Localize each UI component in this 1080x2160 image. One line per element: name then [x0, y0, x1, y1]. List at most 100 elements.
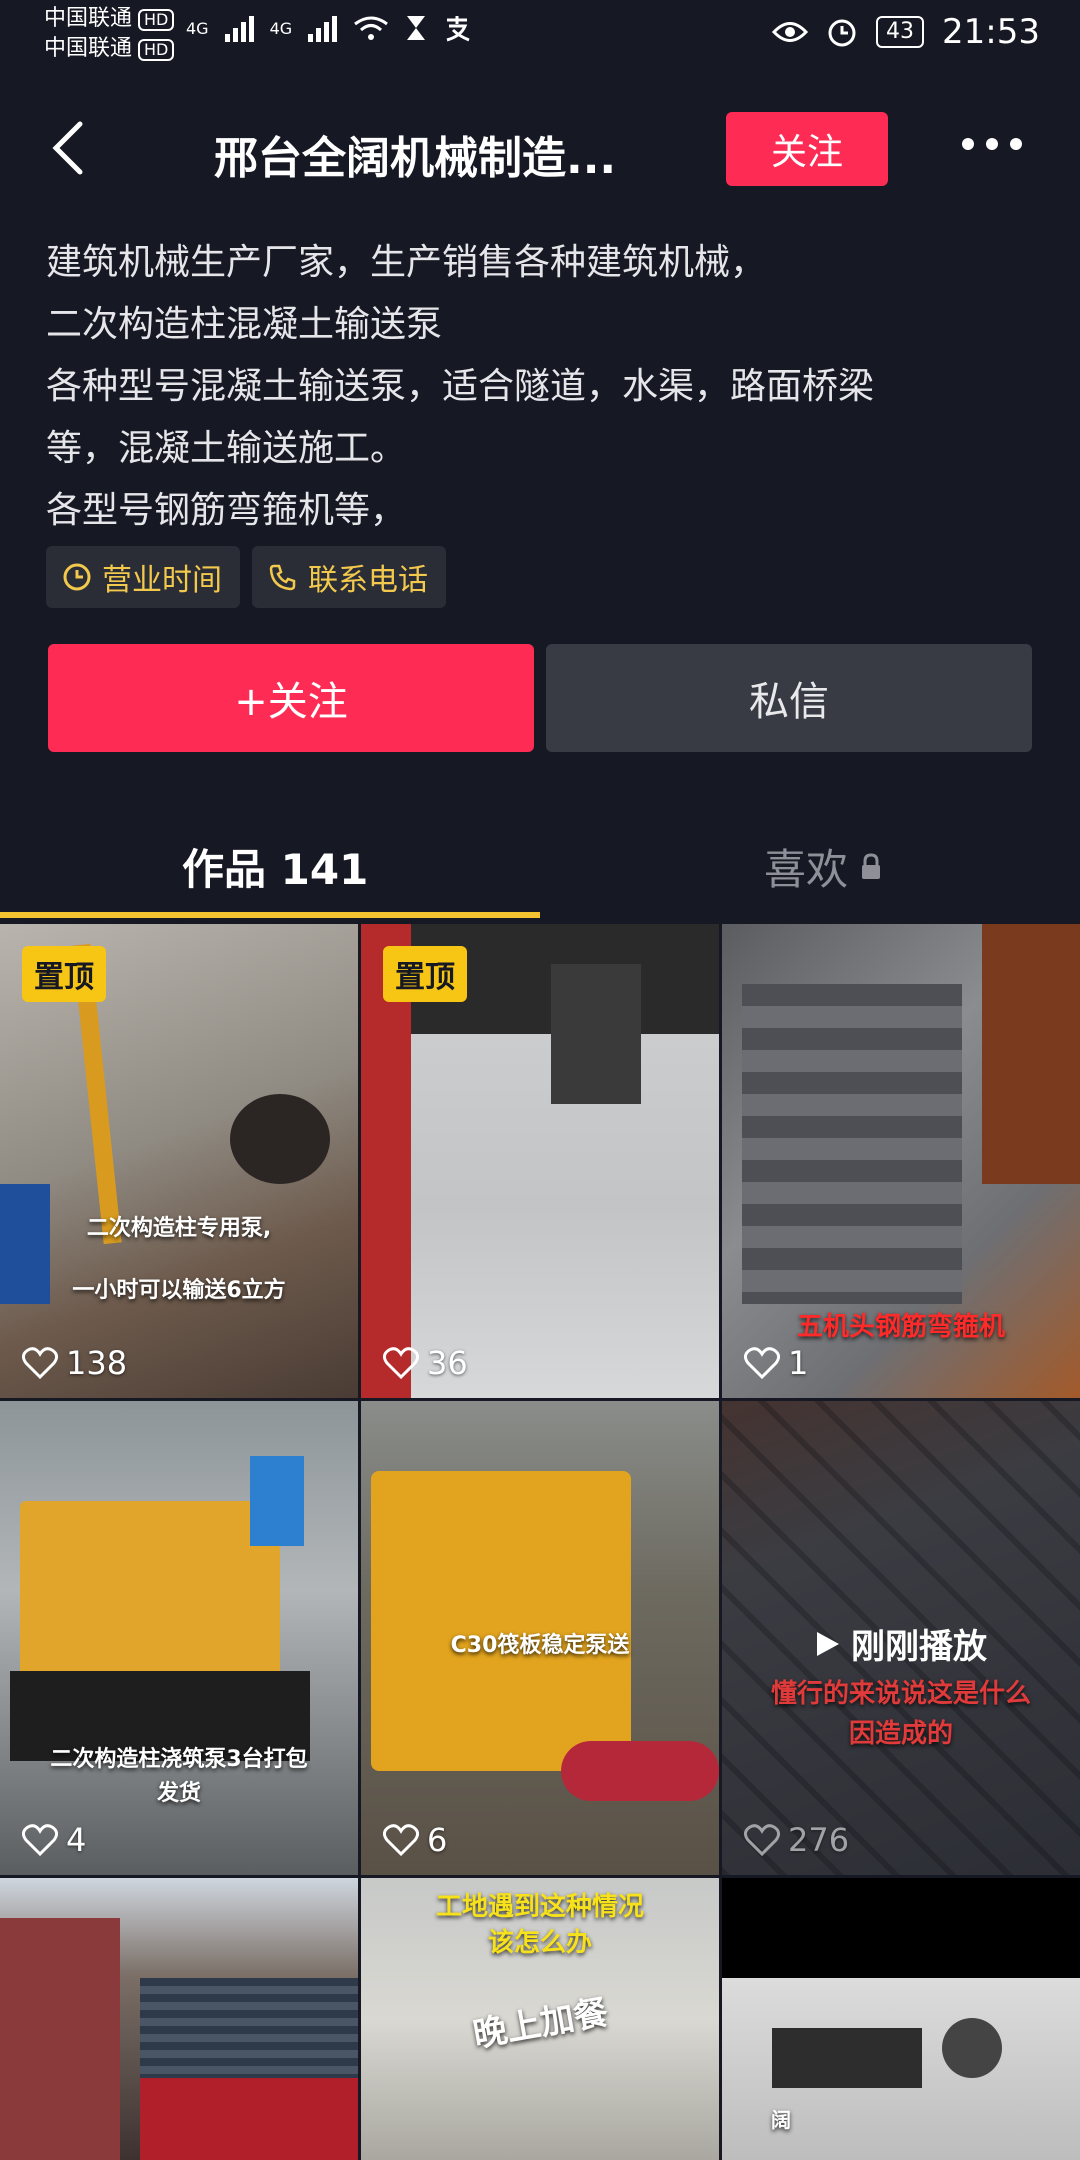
contact-phone-chip[interactable]: 联系电话 [252, 546, 446, 608]
heart-icon [744, 1347, 780, 1380]
like-count-value: 4 [66, 1821, 87, 1859]
video-thumbnail[interactable]: 五机头钢筋弯箍机 1 [722, 924, 1080, 1398]
pump-machine [20, 1501, 280, 1681]
lock-icon [862, 852, 881, 879]
page-title: 邢台全阔机械制造... [214, 133, 617, 184]
follow-button-top[interactable]: 关注 [726, 112, 888, 186]
video-thumbnail[interactable]: 置顶 36 [361, 924, 719, 1398]
like-count-value: 36 [427, 1344, 468, 1382]
gear-icon [942, 2018, 1002, 2078]
video-thumbnail[interactable]: 工地遇到这种情况 该怎么办 晚上加餐 [361, 1878, 719, 2160]
carrier-2: 中国联通 [44, 36, 133, 61]
network-type-1: 4G [186, 18, 209, 38]
video-caption: 工地遇到这种情况 [435, 1892, 644, 1922]
video-caption: 该怎么办 [487, 1928, 592, 1958]
red-pipe [561, 1741, 719, 1801]
status-bar: 中国联通 HD 中国联通 HD 4G 4G 43 21:53 [0, 0, 1080, 70]
worker [982, 924, 1080, 1184]
signal-icon [308, 14, 338, 42]
video-grid: 置顶 二次构造柱专用泵, 一小时可以输送6立方 138 置顶 36 五机头钢筋弯… [0, 924, 1080, 2160]
worker-blue [250, 1456, 304, 1546]
business-hours-label: 营业时间 [102, 563, 222, 598]
back-button[interactable] [48, 118, 88, 178]
bending-machines [742, 984, 962, 1304]
tab-likes[interactable]: 喜欢 [764, 836, 882, 897]
red-machine [140, 2078, 358, 2160]
profile-header: 邢台全阔机械制造... 关注 [0, 100, 1080, 200]
active-tab-indicator [0, 912, 540, 918]
video-thumbnail[interactable] [0, 1878, 358, 2160]
heart-icon [383, 1824, 419, 1857]
like-count: 36 [383, 1344, 468, 1382]
video-caption: 一小时可以输送6立方 [72, 1278, 286, 1303]
phone-icon [269, 564, 296, 591]
business-chips: 营业时间 联系电话 [46, 546, 446, 608]
video-caption: 因造成的 [848, 1719, 953, 1749]
video-thumbnail[interactable]: 阔 [722, 1878, 1080, 2160]
message-button[interactable]: 私信 [546, 644, 1032, 752]
tab-works[interactable]: 作品 141 [182, 836, 368, 897]
like-count: 4 [22, 1821, 86, 1859]
like-count-value: 6 [427, 1821, 448, 1859]
bio-line: 各种型号混凝土输送泵，适合隧道，水渠，路面桥梁 [46, 366, 875, 407]
video-caption: 懂行的来说说这是什么 [770, 1679, 1031, 1709]
video-caption: 五机头钢筋弯箍机 [796, 1312, 1005, 1342]
rebar-bundle [140, 1978, 358, 2078]
like-count: 1 [744, 1344, 808, 1382]
carrier-1: 中国联通 [44, 6, 133, 31]
alarm-icon [828, 19, 856, 47]
profile-bio: 建筑机械生产厂家，生产销售各种建筑机械， 二次构造柱混凝土输送泵 各种型号混凝土… [46, 232, 1046, 542]
machine-part [772, 2028, 922, 2088]
pinned-badge: 置顶 [22, 946, 106, 1002]
just-played-label: 刚刚播放 [722, 1619, 1080, 1668]
wifi-icon [354, 16, 389, 40]
like-count: 276 [744, 1821, 849, 1859]
hd-badge: HD [138, 39, 175, 61]
carrier-info: 中国联通 HD 中国联通 HD [44, 4, 175, 64]
video-caption: 阔 [771, 2108, 791, 2132]
like-count: 138 [22, 1344, 127, 1382]
play-icon [817, 1631, 839, 1656]
hourglass-icon [407, 16, 426, 40]
bender-head [551, 964, 641, 1104]
bio-line: 各型号钢筋弯箍机等， [46, 490, 407, 531]
worker [0, 1918, 120, 2160]
video-thumbnail[interactable]: 置顶 二次构造柱专用泵, 一小时可以输送6立方 138 [0, 924, 358, 1398]
chevron-left-icon [52, 121, 83, 175]
like-count-value: 138 [66, 1344, 128, 1382]
network-type-2: 4G [269, 18, 293, 38]
pinned-badge: 置顶 [383, 946, 467, 1002]
pump-machine [371, 1471, 631, 1771]
content-tabs: 作品 141 喜欢 [0, 800, 1080, 920]
status-right: 43 21:53 [772, 12, 1040, 52]
video-caption: 发货 [156, 1781, 201, 1806]
heart-icon [744, 1824, 780, 1857]
bio-line: 建筑机械生产厂家，生产销售各种建筑机械， [46, 242, 767, 283]
video-thumbnail[interactable]: 二次构造柱浇筑泵3台打包 发货 4 [0, 1401, 358, 1875]
network-icons: 4G 4G [186, 14, 471, 42]
just-played-text: 刚刚播放 [851, 1627, 987, 1667]
heart-icon [383, 1347, 419, 1380]
like-count-value: 1 [788, 1344, 809, 1382]
more-options-icon[interactable] [962, 138, 1022, 150]
signal-icon [224, 14, 254, 42]
video-thumbnail[interactable]: 刚刚播放 懂行的来说说这是什么 因造成的 276 [722, 1401, 1080, 1875]
eye-icon [772, 22, 809, 42]
video-caption: C30筏板稳定泵送 [450, 1633, 630, 1658]
bio-line: 等，混凝土输送施工。 [46, 428, 407, 469]
clock-icon [63, 563, 91, 591]
follow-button[interactable]: +关注 [48, 644, 534, 752]
hd-badge: HD [138, 9, 175, 31]
heart-icon [22, 1347, 58, 1380]
clock: 21:53 [942, 12, 1040, 52]
video-thumbnail[interactable]: C30筏板稳定泵送 6 [361, 1401, 719, 1875]
bucket [230, 1094, 330, 1184]
like-count-value: 276 [788, 1821, 850, 1859]
video-caption: 二次构造柱浇筑泵3台打包 [50, 1747, 308, 1772]
bio-line: 二次构造柱混凝土输送泵 [46, 304, 443, 345]
battery-icon: 43 [876, 16, 925, 48]
alipay-icon [446, 16, 470, 42]
tab-likes-label: 喜欢 [764, 845, 849, 894]
heart-icon [22, 1824, 58, 1857]
business-hours-chip[interactable]: 营业时间 [46, 546, 240, 608]
